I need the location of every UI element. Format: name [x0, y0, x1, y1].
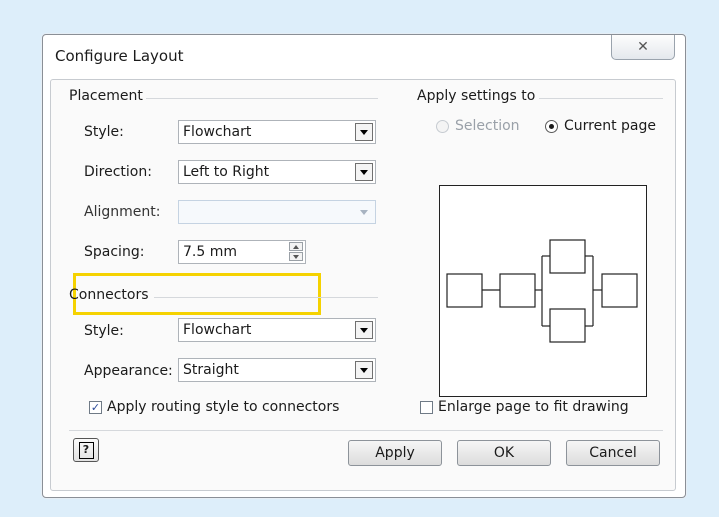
connector-style-dropdown[interactable]: Flowchart — [178, 318, 376, 342]
selection-radio[interactable] — [436, 120, 449, 133]
apply-button[interactable]: Apply — [348, 440, 442, 466]
current-page-radio[interactable] — [545, 120, 558, 133]
enlarge-page-checkbox[interactable] — [420, 401, 433, 414]
connector-style-value: Flowchart — [183, 322, 252, 338]
help-icon: ? — [78, 441, 94, 459]
apply-settings-divider — [539, 98, 663, 99]
connectors-group-label: Connectors — [69, 287, 149, 303]
direction-label: Direction: — [84, 164, 152, 180]
alignment-label: Alignment: — [84, 204, 161, 220]
connector-style-label: Style: — [84, 323, 124, 339]
direction-dropdown[interactable]: Left to Right — [178, 160, 376, 184]
placement-style-value: Flowchart — [183, 124, 252, 140]
placement-divider — [146, 98, 378, 99]
connectors-divider — [154, 297, 378, 298]
dialog-title: Configure Layout — [55, 47, 184, 65]
appearance-label: Appearance: — [84, 363, 173, 379]
selection-radio-label: Selection — [455, 118, 520, 134]
chevron-down-icon[interactable] — [355, 163, 373, 181]
footer-divider — [69, 430, 663, 431]
chevron-down-icon[interactable] — [355, 321, 373, 339]
placement-style-label: Style: — [84, 124, 124, 140]
routing-checkbox-label: Apply routing style to connectors — [107, 399, 340, 415]
flowchart-preview-icon — [446, 239, 638, 343]
chevron-down-icon[interactable] — [355, 123, 373, 141]
direction-value: Left to Right — [183, 164, 270, 180]
placement-group-label: Placement — [69, 88, 143, 104]
help-button[interactable]: ? — [73, 438, 99, 462]
chevron-down-icon — [355, 203, 373, 221]
layout-preview — [439, 185, 647, 397]
routing-checkbox[interactable]: ✓ — [89, 401, 102, 414]
current-page-radio-label: Current page — [564, 118, 656, 134]
alignment-dropdown[interactable] — [178, 200, 376, 224]
spin-down-icon[interactable] — [289, 252, 303, 261]
spacing-value: 7.5 mm — [183, 244, 237, 260]
configure-layout-dialog: Configure Layout ✕ Placement Style: Flow… — [42, 34, 686, 498]
cancel-button[interactable]: Cancel — [566, 440, 660, 466]
spacing-label: Spacing: — [84, 244, 145, 260]
enlarge-page-checkbox-label: Enlarge page to fit drawing — [438, 399, 629, 415]
spacing-spinner[interactable]: 7.5 mm — [178, 240, 306, 264]
apply-settings-group-label: Apply settings to — [417, 88, 536, 104]
ok-button[interactable]: OK — [457, 440, 551, 466]
close-icon: ✕ — [637, 39, 649, 55]
close-button[interactable]: ✕ — [611, 35, 675, 60]
chevron-down-icon[interactable] — [355, 361, 373, 379]
appearance-dropdown[interactable]: Straight — [178, 358, 376, 382]
spin-up-icon[interactable] — [289, 242, 303, 251]
placement-style-dropdown[interactable]: Flowchart — [178, 120, 376, 144]
appearance-value: Straight — [183, 362, 239, 378]
dialog-client-area: Placement Style: Flowchart Direction: Le… — [50, 79, 676, 491]
